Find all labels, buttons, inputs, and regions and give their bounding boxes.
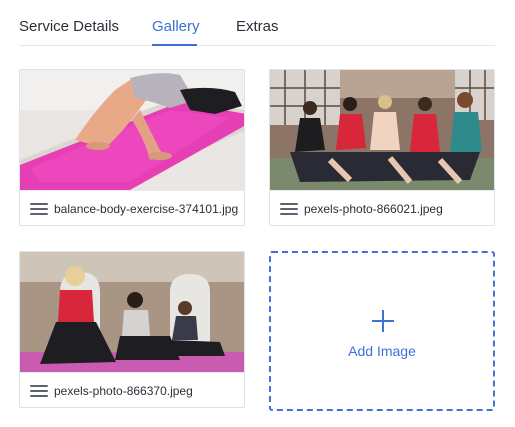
gallery-item[interactable]: pexels-photo-866370.jpeg (19, 251, 245, 408)
gallery-item[interactable]: balance-body-exercise-374101.jpg (19, 69, 245, 226)
gallery-image[interactable] (20, 252, 244, 372)
gallery-item-footer: pexels-photo-866021.jpeg (270, 190, 494, 225)
tab-extras[interactable]: Extras (236, 18, 279, 35)
tab-service-details[interactable]: Service Details (19, 18, 119, 35)
gallery-item-filename: pexels-photo-866370.jpeg (54, 384, 193, 398)
tab-gallery[interactable]: Gallery (152, 18, 200, 35)
plus-icon (371, 309, 395, 333)
drag-handle-icon[interactable] (280, 203, 298, 215)
gallery-image[interactable] (270, 70, 494, 190)
gallery-item-filename: pexels-photo-866021.jpeg (304, 202, 443, 216)
drag-handle-icon[interactable] (30, 203, 48, 215)
gallery-image[interactable] (20, 70, 244, 190)
tab-bar: Service Details Gallery Extras (19, 0, 495, 46)
drag-handle-icon[interactable] (30, 385, 48, 397)
add-image-label: Add Image (348, 343, 416, 359)
gallery-item-footer: balance-body-exercise-374101.jpg (20, 190, 244, 225)
gallery-item-footer: pexels-photo-866370.jpeg (20, 372, 244, 407)
add-image-button[interactable]: Add Image (269, 251, 495, 411)
gallery-item-filename: balance-body-exercise-374101.jpg (54, 202, 239, 216)
gallery-item[interactable]: pexels-photo-866021.jpeg (269, 69, 495, 226)
active-tab-indicator (152, 44, 197, 46)
